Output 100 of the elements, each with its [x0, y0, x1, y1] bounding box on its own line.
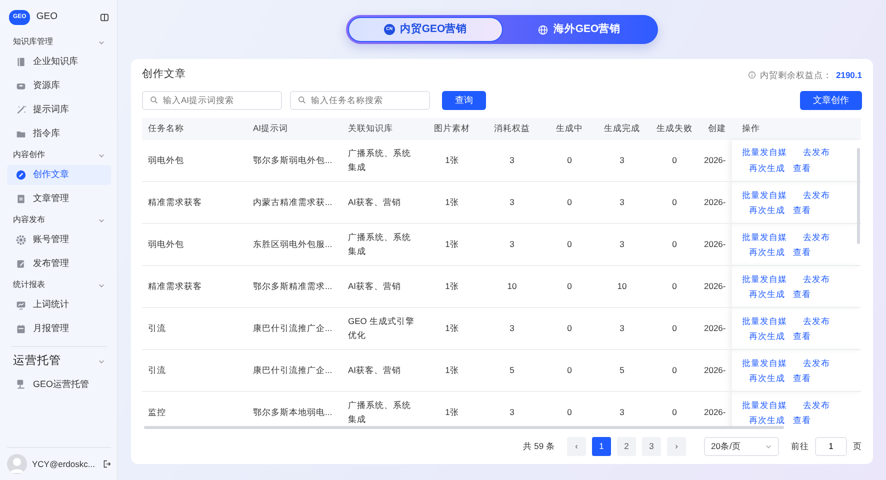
table-cell: 广播系统、系统集成	[342, 140, 422, 182]
sidebar-item[interactable]: 创作文章	[7, 165, 111, 185]
page-button[interactable]: 3	[642, 436, 661, 456]
table-cell: 3	[597, 140, 647, 182]
sidebar-item[interactable]: 账号管理	[7, 230, 111, 250]
table-cell: 0	[647, 266, 702, 308]
action-link[interactable]: 去发布	[803, 272, 830, 286]
table-cell: 5	[597, 350, 647, 392]
table-cell: 5	[482, 350, 542, 392]
table-cell: 3	[482, 182, 542, 224]
column-header: 生成失败	[647, 118, 702, 140]
action-link[interactable]: 批量发自媒	[742, 230, 787, 244]
chevron-down-icon[interactable]	[98, 282, 105, 288]
table-cell: 鄂尔多斯精准需求...	[247, 266, 342, 308]
table-cell: 1张	[422, 308, 482, 350]
create-article-button[interactable]: 文章创作	[800, 90, 862, 110]
person-monitor-icon	[16, 379, 26, 390]
chevron-down-icon[interactable]	[98, 358, 105, 366]
action-link[interactable]: 去发布	[803, 146, 830, 159]
action-link[interactable]: 批量发自媒	[742, 314, 787, 328]
sidebar-item[interactable]: 发布管理	[7, 254, 111, 274]
action-link[interactable]: 批量发自媒	[742, 398, 787, 412]
action-link[interactable]: 批量发自媒	[742, 146, 787, 159]
vertical-scrollbar[interactable]	[857, 148, 860, 244]
table-cell: 康巴什引流推广企...	[247, 350, 342, 392]
group-title[interactable]: 统计报表	[13, 279, 45, 291]
sidebar-item[interactable]: 资源库	[7, 76, 111, 96]
sidebar-item[interactable]: 指令库	[7, 124, 111, 144]
sidebar-item[interactable]: GEO运营托管	[7, 374, 111, 394]
table-cell: 0	[647, 308, 702, 350]
next-page-button[interactable]: ›	[667, 436, 686, 456]
mode-tab[interactable]: 海外GEO营销	[503, 17, 656, 42]
table-cell: AI获客、营销	[342, 350, 422, 392]
table-cell: 引流	[142, 350, 247, 392]
action-link[interactable]: 再次生成	[749, 162, 785, 175]
page-size-select[interactable]: 20条/页	[704, 436, 779, 456]
page-button[interactable]: 2	[617, 436, 636, 456]
action-link[interactable]: 查看	[793, 204, 811, 217]
logout-icon[interactable]	[103, 460, 111, 468]
table-cell: 3	[482, 224, 542, 266]
page-button[interactable]: 1	[592, 436, 611, 456]
edit-icon	[16, 259, 26, 269]
action-link[interactable]: 查看	[793, 414, 811, 427]
action-link[interactable]: 去发布	[803, 314, 830, 328]
table-cell: 2026-	[702, 266, 732, 308]
chevron-down-icon[interactable]	[98, 38, 105, 46]
search-field[interactable]: 输入AI提示词搜索	[142, 90, 282, 110]
action-link[interactable]: 去发布	[803, 230, 830, 244]
action-link[interactable]: 查看	[793, 372, 811, 385]
column-header: AI提示词	[247, 118, 342, 140]
horizontal-scrollbar[interactable]	[144, 426, 784, 429]
action-link[interactable]: 再次生成	[749, 414, 785, 427]
action-link[interactable]: 批量发自媒	[742, 188, 787, 202]
total-count: 共 59 条	[522, 440, 555, 453]
chevron-down-icon[interactable]	[98, 216, 105, 224]
action-link[interactable]: 查看	[793, 330, 811, 343]
group-title[interactable]: 知识库管理	[13, 36, 53, 48]
query-button[interactable]: 查询	[442, 90, 486, 110]
table-cell: AI获客、营销	[342, 182, 422, 224]
action-link[interactable]: 再次生成	[749, 372, 785, 385]
action-link[interactable]: 去发布	[803, 188, 830, 202]
action-link[interactable]: 再次生成	[749, 204, 785, 217]
action-link[interactable]: 再次生成	[749, 288, 785, 301]
group-title[interactable]: 运营托管	[13, 353, 61, 370]
chevron-down-icon[interactable]	[98, 152, 105, 158]
wand-icon	[16, 105, 26, 115]
action-link[interactable]: 批量发自媒	[742, 272, 787, 286]
column-header: 关联知识库	[342, 118, 422, 140]
group-title[interactable]: 内容创作	[13, 149, 45, 161]
action-link[interactable]: 去发布	[803, 356, 830, 370]
table-cell: 精准需求获客	[142, 266, 247, 308]
page-number-field[interactable]: 1	[815, 436, 847, 456]
group-title[interactable]: 内容发布	[13, 214, 45, 226]
search-field[interactable]: 输入任务名称搜索	[290, 90, 430, 110]
table-cell: 1张	[422, 182, 482, 224]
action-link[interactable]: 查看	[793, 162, 811, 175]
table-cell: 2026-	[702, 182, 732, 224]
table-cell: 2026-	[702, 140, 732, 182]
column-header: 生成中	[542, 118, 597, 140]
action-link[interactable]: 再次生成	[749, 330, 785, 343]
sidebar-item[interactable]: 上词统计	[7, 295, 111, 315]
action-link[interactable]: 批量发自媒	[742, 356, 787, 370]
sidebar-item[interactable]: 企业知识库	[7, 52, 111, 72]
sidebar-item[interactable]: 提示词库	[7, 100, 111, 120]
table-cell: 3	[597, 182, 647, 224]
column-header: 生成完成	[597, 118, 647, 140]
table-cell: 0	[647, 350, 702, 392]
action-link[interactable]: 查看	[793, 246, 811, 259]
prev-page-button[interactable]: ‹	[567, 436, 586, 456]
table-cell: 10	[482, 266, 542, 308]
action-link[interactable]: 再次生成	[749, 246, 785, 259]
sidebar-toggle-icon[interactable]	[100, 13, 109, 22]
sidebar-item[interactable]: 文章管理	[7, 189, 111, 209]
action-link[interactable]: 查看	[793, 288, 811, 301]
sidebar-item[interactable]: 月报管理	[7, 319, 111, 339]
action-link[interactable]: 去发布	[803, 398, 830, 412]
table-cell: 精准需求获客	[142, 182, 247, 224]
table-cell: 鄂尔多斯弱电外包...	[247, 140, 342, 182]
table-cell: 1张	[422, 266, 482, 308]
monitor-icon	[16, 300, 26, 310]
